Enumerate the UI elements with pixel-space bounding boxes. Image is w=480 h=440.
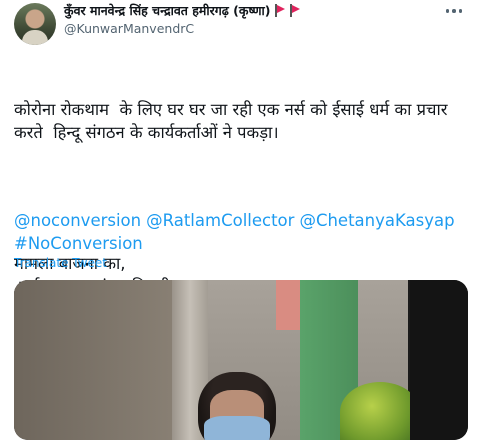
more-options-icon[interactable] [442, 2, 466, 20]
translate-tweet-link[interactable]: Translate Tweet [14, 256, 107, 270]
mentions: @noconversion @RatlamCollector @ChetanyaKa… [14, 209, 468, 255]
video-player[interactable] [14, 280, 468, 440]
flag-icon [289, 4, 300, 17]
avatar[interactable] [14, 3, 56, 45]
display-name[interactable]: कुँवर मानवेन्द्र सिंह चन्द्रावत हमीरगढ़ … [64, 2, 270, 19]
mention-link[interactable]: @RatlamCollector [146, 211, 294, 230]
user-handle[interactable]: @KunwarManvendrC [64, 21, 404, 36]
mention-link[interactable]: @noconversion [14, 211, 141, 230]
tweet-header: कुँवर मानवेन्द्र सिंह चन्द्रावत हमीरगढ़ … [64, 2, 404, 36]
hashtag-link[interactable]: #NoConversion [14, 234, 143, 253]
tweet-paragraph: कोरोना रोकथाम के लिए घर घर जा रही एक नर्… [14, 100, 453, 142]
flag-icon [274, 4, 285, 17]
mention-link[interactable]: @ChetanyaKasyap [299, 211, 454, 230]
